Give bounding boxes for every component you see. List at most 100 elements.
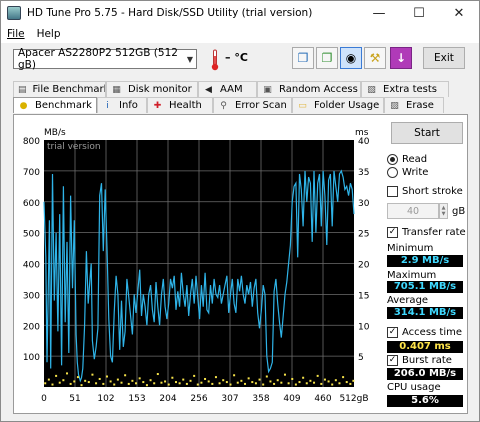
y-right-tick: 30 [358,199,370,209]
write-radio[interactable]: Write [387,167,428,178]
access-time-point [178,382,181,385]
access-time-point [131,379,134,382]
maximize-button[interactable]: ☐ [399,1,439,25]
access-time-point [338,382,341,385]
access-time-point [66,372,69,375]
copy-text-button[interactable]: ❐ [316,47,338,69]
y-left-tick: 500 [23,230,40,240]
read-radio-dot [387,154,398,165]
start-button[interactable]: Start [391,122,463,144]
tab-row-back: ▤ File Benchmark ▦ Disk monitor ◀ AAM ▣ Random … [13,81,449,97]
write-label: Write [402,167,429,178]
tab-disk-monitor[interactable]: ▦ Disk monitor [106,81,198,97]
stroke-size-spinner[interactable]: ▲ ▼ [439,203,448,219]
access-time-point [352,379,355,382]
access-time-point [145,384,148,387]
screenshot-button[interactable]: ◉ [340,47,362,69]
short-stroke-box [387,186,398,197]
save-button[interactable]: ↓ [390,47,412,69]
access-time-point [247,377,250,380]
tab-label: Info [119,100,138,111]
tab-error-scan[interactable]: ⚲ Error Scan [213,97,292,113]
transfer-rate-check: ✓ [387,227,398,238]
access-time-value: 0.407 ms [387,341,463,353]
drive-select[interactable]: Apacer AS2280P2 512GB (512 gB) ▼ [13,47,197,71]
short-stroke-checkbox[interactable]: Short stroke [387,186,463,197]
access-time-point [316,374,319,377]
magnifier-icon: ⚲ [220,100,227,111]
tab-random-access[interactable]: ▣ Random Access [257,81,361,97]
x-tick: 409 [283,394,300,404]
access-time-point [309,379,312,382]
copy-info-button[interactable]: ❐ [292,47,314,69]
disk-monitor-icon: ▦ [112,84,121,95]
spin-down-icon: ▼ [441,211,446,217]
y-left-tick: 600 [23,199,40,209]
access-time-point [142,381,145,384]
tab-folder-usage[interactable]: ▭ Folder Usage [292,97,384,113]
menu-help[interactable]: Help [37,28,61,40]
watermark: trial version [47,142,101,152]
options-button[interactable]: ⚒ [364,47,386,69]
tab-label: File Benchmark [32,84,106,95]
menu-bar: File Help [1,25,479,43]
y-left-unit: MB/s [44,128,66,138]
x-tick: 307 [221,394,238,404]
burst-rate-label: Burst rate [402,355,452,366]
tab-benchmark[interactable]: ● Benchmark [13,97,97,113]
copy-icon: ❐ [297,51,309,65]
access-time-point [167,383,170,386]
window-title: HD Tune Pro 5.75 - Hard Disk/SSD Utility… [27,7,313,19]
access-time-point [55,374,58,377]
y-right-tick: 10 [358,322,370,332]
access-time-check: ✓ [387,327,398,338]
minimize-button[interactable]: — [359,1,399,25]
access-time-point [280,381,283,384]
tab-info[interactable]: i Info [97,97,147,113]
x-tick: 358 [252,394,269,404]
tab-label: Benchmark [35,100,92,111]
access-time-point [95,382,98,385]
access-time-point [135,382,138,385]
access-time-checkbox[interactable]: ✓ Access time [387,327,462,338]
access-time-point [258,378,261,381]
tab-row-front: ● Benchmark i Info ✚ Health ⚲ Error Scan ▭ Folder… [13,97,444,113]
access-time-point [69,382,72,385]
access-time-point [273,382,276,385]
exit-button[interactable]: Exit [423,47,465,69]
close-button[interactable]: ✕ [439,1,479,25]
tab-health[interactable]: ✚ Health [147,97,213,113]
access-time-point [156,373,159,376]
access-time-point [51,383,54,386]
y-left-tick: 400 [23,261,40,271]
tab-extra-tests[interactable]: ▧ Extra tests [361,81,449,97]
access-time-point [218,382,221,385]
transfer-rate-checkbox[interactable]: ✓ Transfer rate [387,227,466,238]
access-time-point [207,380,210,383]
x-tick: 51 [69,394,80,404]
tab-erase[interactable]: ▨ Erase [384,97,444,113]
access-time-point [189,379,192,382]
access-time-point [214,376,217,379]
stroke-size-input[interactable]: 40 [387,203,439,219]
speaker-icon: ◀ [205,84,212,95]
tab-file-benchmark[interactable]: ▤ File Benchmark [13,81,106,97]
drive-select-value: Apacer AS2280P2 512GB (512 gB) [18,47,178,71]
y-left-tick: 200 [23,322,40,332]
copy-text-icon: ❐ [321,51,333,65]
tab-aam[interactable]: ◀ AAM [198,81,257,97]
maximum-label: Maximum [387,270,437,281]
y-left-tick: 100 [23,353,40,363]
read-radio[interactable]: Read [387,154,427,165]
access-time-point [124,374,127,377]
access-time-point [283,373,286,376]
menu-file[interactable]: File [7,28,25,40]
access-time-point [204,377,207,380]
access-time-point [236,381,239,384]
burst-rate-checkbox[interactable]: ✓ Burst rate [387,355,452,366]
access-time-point [196,383,199,386]
file-benchmark-icon: ▤ [18,84,27,95]
access-time-point [58,381,61,384]
x-tick: 153 [128,394,145,404]
burst-rate-value: 206.0 MB/s [387,368,463,380]
